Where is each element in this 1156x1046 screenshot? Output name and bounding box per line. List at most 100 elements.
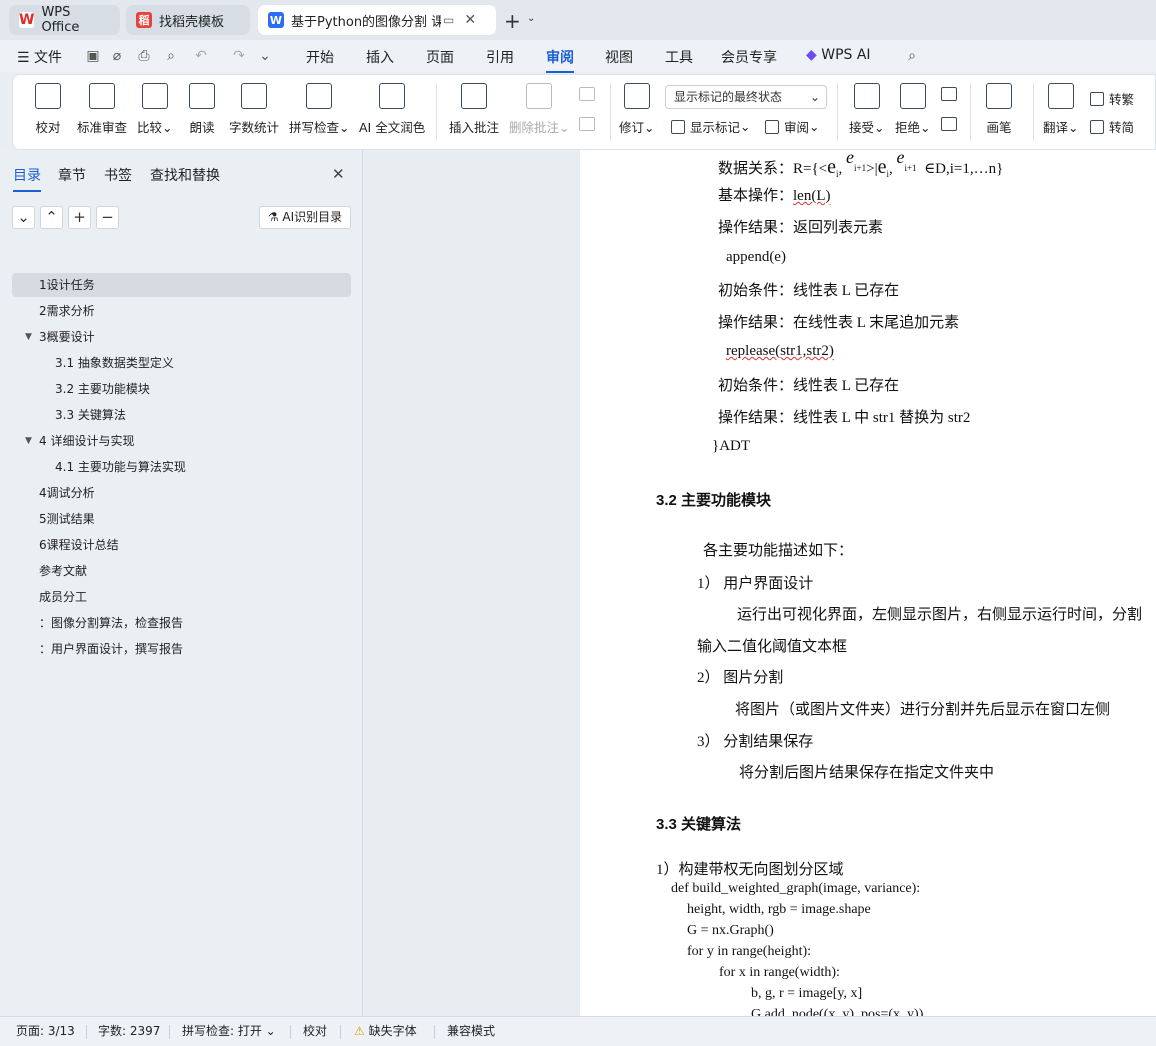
divider xyxy=(837,83,838,141)
add-level-button[interactable]: + xyxy=(68,206,91,229)
pen-button[interactable]: 画笔 xyxy=(986,83,1012,136)
toc-item[interactable]: 3.3 关键算法 xyxy=(12,403,351,427)
file-menu[interactable]: ☰ 文件 xyxy=(17,47,62,67)
menu-reference[interactable]: 引用 xyxy=(486,47,514,67)
search-icon[interactable]: ⌕ xyxy=(903,47,921,65)
toc-item[interactable]: 3.2 主要功能模块 xyxy=(12,377,351,401)
expand-triangle-icon[interactable]: ▼ xyxy=(25,325,32,349)
tab-find-replace[interactable]: 查找和替换 xyxy=(150,165,220,185)
new-tab-icon[interactable]: + xyxy=(504,9,521,33)
tab-bookmark[interactable]: 书签 xyxy=(104,165,132,185)
close-icon[interactable]: ✕ xyxy=(332,165,345,183)
proofread-status[interactable]: 校对 xyxy=(303,1022,327,1039)
translate-button[interactable]: 翻译⌄ xyxy=(1043,83,1079,136)
label: 拒绝⌄ xyxy=(895,120,931,135)
label: 画笔 xyxy=(986,120,1012,135)
toc-item[interactable]: 4.1 主要功能与算法实现 xyxy=(12,455,351,479)
toc-item[interactable]: 4调试分析 xyxy=(12,481,351,505)
display-mode-select[interactable]: 显示标记的最终状态 ⌄ xyxy=(665,85,827,109)
word-count-button[interactable]: 字数统计 xyxy=(229,83,279,136)
toc-item[interactable]: 1设计任务 xyxy=(12,273,351,297)
menu-view[interactable]: 视图 xyxy=(605,47,633,67)
missing-font-status[interactable]: ⚠ 缺失字体 xyxy=(354,1022,417,1039)
tab-chapter[interactable]: 章节 xyxy=(58,165,86,185)
show-marks-button[interactable]: 显示标记 ⌄ xyxy=(671,117,751,136)
std-review-button[interactable]: 标准审查 xyxy=(77,83,127,136)
toc-item[interactable]: ：用户界面设计，撰写报告 xyxy=(12,637,351,661)
menu-member[interactable]: 会员专享 xyxy=(721,47,777,67)
next-change-icon[interactable] xyxy=(941,117,957,131)
monitor-icon[interactable]: ▭ xyxy=(443,13,454,27)
menu-bar: ☰ 文件 ▣ ⌀ ⎙ ⌕ ↶ ↷ ⌄ 开始 插入 页面 引用 审阅 视图 工具 … xyxy=(0,40,1156,73)
toc-item[interactable]: ：图像分割算法，检查报告 xyxy=(12,611,351,635)
reject-label: 拒绝 xyxy=(895,120,921,135)
tab-toc[interactable]: 目录 xyxy=(13,165,41,192)
delete-comment-button[interactable]: 删除批注⌄ xyxy=(509,83,570,136)
toc-item[interactable]: 5测试结果 xyxy=(12,507,351,531)
redo-icon[interactable]: ↷ xyxy=(230,47,248,65)
expand-triangle-icon[interactable]: ▼ xyxy=(25,429,32,453)
divider xyxy=(1033,83,1034,141)
undo-icon[interactable]: ↶ xyxy=(192,47,210,65)
link-icon[interactable]: ⌀ xyxy=(108,47,126,65)
ai-toc-button[interactable]: ⚗ AI识别目录 xyxy=(259,206,351,229)
toc-item[interactable]: 3.1 抽象数据类型定义 xyxy=(12,351,351,375)
menu-page[interactable]: 页面 xyxy=(426,47,454,67)
word-count[interactable]: 字数: 2397 xyxy=(98,1022,160,1039)
menu-start[interactable]: 开始 xyxy=(306,47,334,67)
toc-label: 4调试分析 xyxy=(39,486,95,500)
more-chevron-icon[interactable]: ⌄ xyxy=(256,47,274,65)
prev-change-icon[interactable] xyxy=(941,87,957,101)
proofread-button[interactable]: 校对 xyxy=(35,83,61,136)
read-aloud-button[interactable]: 朗读 xyxy=(189,83,215,136)
menu-insert[interactable]: 插入 xyxy=(366,47,394,67)
toc-item[interactable]: ▼ 4 详细设计与实现 xyxy=(12,429,351,453)
accept-button[interactable]: 接受⌄ xyxy=(849,83,885,136)
review-pane-button[interactable]: 审阅 ⌄ xyxy=(765,117,820,136)
traditional-icon xyxy=(1090,91,1104,106)
translate-label: 翻译 xyxy=(1043,120,1069,135)
menu-review[interactable]: 审阅 xyxy=(546,47,574,73)
tab-wps-office[interactable]: W WPS Office xyxy=(9,5,120,35)
ai-polish-button[interactable]: AI 全文润色 xyxy=(359,83,425,136)
doc-line: 数据关系：R={<ei, ei+1>|ei, ei+1 ∈D,i=1,…n} xyxy=(718,150,1003,179)
remove-level-button[interactable]: − xyxy=(96,206,119,229)
toc-label: 3.2 主要功能模块 xyxy=(55,382,150,396)
document-page[interactable]: 数据关系：R={<ei, ei+1>|ei, ei+1 ∈D,i=1,…n} 基… xyxy=(580,150,1156,1016)
reject-button[interactable]: 拒绝⌄ xyxy=(895,83,931,136)
to-simplified-button[interactable]: 转简 xyxy=(1090,117,1134,136)
accept-icon xyxy=(853,83,880,109)
prev-comment-icon[interactable] xyxy=(579,87,595,101)
toc-item[interactable]: ▼ 3概要设计 xyxy=(12,325,351,349)
doc-line: 运行出可视化界面，左侧显示图片，右侧显示运行时间，分割 xyxy=(737,607,1143,623)
toc-item[interactable]: 2需求分析 xyxy=(12,299,351,323)
compare-button[interactable]: 比较⌄ xyxy=(137,83,173,136)
toc-item[interactable]: 成员分工 xyxy=(12,585,351,609)
to-traditional-button[interactable]: 转繁 xyxy=(1090,89,1134,108)
toc-item[interactable]: 参考文献 xyxy=(12,559,351,583)
label: 插入批注 xyxy=(449,120,500,135)
menu-tools[interactable]: 工具 xyxy=(665,47,693,67)
tab-document[interactable]: W 基于Python的图像分割 课程 ▭ ✕ xyxy=(258,5,496,35)
insert-comment-button[interactable]: 插入批注 xyxy=(449,83,499,136)
revise-button[interactable]: 修订⌄ xyxy=(619,83,655,136)
next-comment-icon[interactable] xyxy=(579,117,595,131)
collapse-down-button[interactable]: ⌄ xyxy=(12,206,35,229)
save-icon[interactable]: ▣ xyxy=(84,47,102,65)
toc-item[interactable]: 6课程设计总结 xyxy=(12,533,351,557)
spell-status[interactable]: 拼写检查: 打开 ⌄ xyxy=(182,1022,276,1039)
doc-line: 输入二值化阈值文本框 xyxy=(697,639,848,655)
page-indicator[interactable]: 页面: 3/13 xyxy=(16,1022,75,1039)
doc-line: 操作结果：在线性表 L 末尾追加元素 xyxy=(718,315,960,331)
spell-check-button[interactable]: 拼写检查⌄ xyxy=(289,83,350,136)
doc-line: 各主要功能描述如下： xyxy=(703,543,854,559)
collapse-up-button[interactable]: ⌃ xyxy=(40,206,63,229)
tab-template[interactable]: 稻 找稻壳模板 xyxy=(126,5,250,35)
close-icon[interactable]: ✕ xyxy=(464,12,476,28)
label: 审阅 xyxy=(784,120,810,135)
menu-wps-ai[interactable]: ◆ WPS AI xyxy=(806,47,871,63)
print-icon[interactable]: ⎙ xyxy=(135,47,153,65)
chevron-down-icon[interactable]: ⌄ xyxy=(527,13,535,24)
print-preview-icon[interactable]: ⌕ xyxy=(162,47,180,65)
divider xyxy=(169,1025,170,1039)
